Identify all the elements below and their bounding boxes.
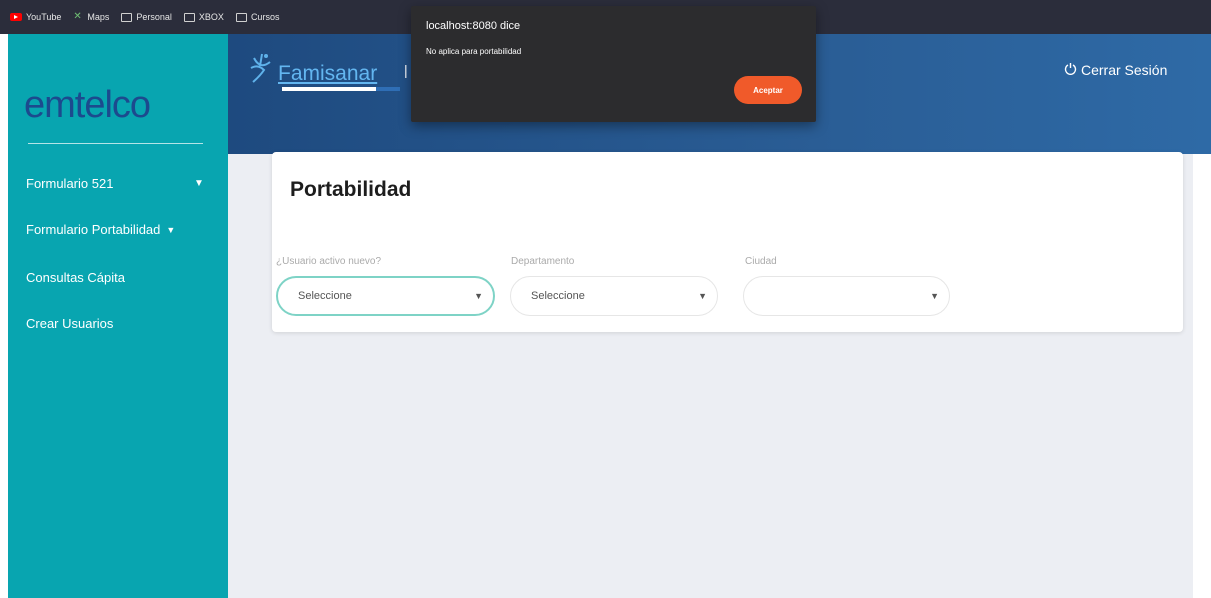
- header-separator: |: [404, 62, 408, 78]
- bookmark-label: Personal: [136, 12, 172, 22]
- bookmark-label: Maps: [87, 12, 110, 22]
- emtelco-logo: emtelco: [24, 84, 151, 126]
- chevron-down-icon: ▼: [474, 291, 483, 301]
- youtube-icon: [10, 13, 22, 21]
- logout-button[interactable]: Cerrar Sesión: [1064, 62, 1167, 78]
- ciudad-label: Ciudad: [745, 256, 777, 267]
- bookmark-label: YouTube: [26, 12, 62, 22]
- chevron-down-icon: ▼: [930, 291, 939, 301]
- select-value: Seleccione: [531, 290, 585, 302]
- select-value: Seleccione: [298, 290, 352, 302]
- bookmark-cursos[interactable]: Cursos: [235, 12, 280, 22]
- page-title: Portabilidad: [290, 178, 412, 201]
- sidebar-item-label: Formulario 521: [26, 176, 114, 191]
- sidebar-item-formulario-521[interactable]: Formulario 521: [26, 176, 113, 191]
- sidebar-item-label: Formulario Portabilidad: [26, 222, 161, 237]
- departamento-label: Departamento: [511, 256, 575, 267]
- bookmark-youtube[interactable]: YouTube: [10, 12, 61, 22]
- sidebar-item-label: Crear Usuarios: [26, 316, 114, 331]
- bookmark-label: Cursos: [250, 12, 280, 22]
- dialog-title: localhost:8080 dice: [426, 20, 521, 32]
- power-icon: [1064, 62, 1077, 78]
- ciudad-select[interactable]: ▼: [743, 276, 950, 316]
- chevron-down-icon: ▼: [698, 291, 707, 301]
- logout-label: Cerrar Sesión: [1081, 62, 1168, 78]
- folder-icon: [183, 12, 195, 22]
- sidebar-item-formulario-portabilidad[interactable]: Formulario Portabilidad ▼: [26, 222, 175, 237]
- usuario-activo-label: ¿Usuario activo nuevo?: [276, 256, 382, 267]
- brand-name: Famisanar: [278, 62, 378, 85]
- folder-icon: [235, 12, 247, 22]
- famisanar-logo: Famisanar: [248, 52, 377, 88]
- usuario-activo-select[interactable]: Seleccione ▼: [276, 276, 495, 316]
- logo-divider: [28, 143, 203, 144]
- sidebar-item-label: Consultas Cápita: [26, 270, 125, 285]
- bookmark-maps[interactable]: ✕ Maps: [73, 11, 110, 23]
- bookmark-xbox[interactable]: XBOX: [183, 12, 224, 22]
- caret-down-icon: ▼: [166, 224, 176, 235]
- sidebar-item-crear-usuarios[interactable]: Crear Usuarios: [26, 316, 113, 331]
- maps-icon: ✕: [73, 11, 82, 22]
- bookmark-personal[interactable]: Personal: [121, 12, 172, 22]
- dialog-message: No aplica para portabilidad: [426, 47, 522, 56]
- famisanar-figure-icon: [248, 52, 276, 88]
- folder-icon: [121, 12, 133, 22]
- caret-down-icon[interactable]: ▼: [194, 178, 204, 189]
- bookmark-label: XBOX: [198, 12, 224, 22]
- brand-underline-accent: [376, 87, 400, 91]
- departamento-select[interactable]: Seleccione ▼: [510, 276, 718, 316]
- accept-button[interactable]: Aceptar: [734, 76, 802, 104]
- sidebar-item-consultas-capita[interactable]: Consultas Cápita: [26, 270, 125, 285]
